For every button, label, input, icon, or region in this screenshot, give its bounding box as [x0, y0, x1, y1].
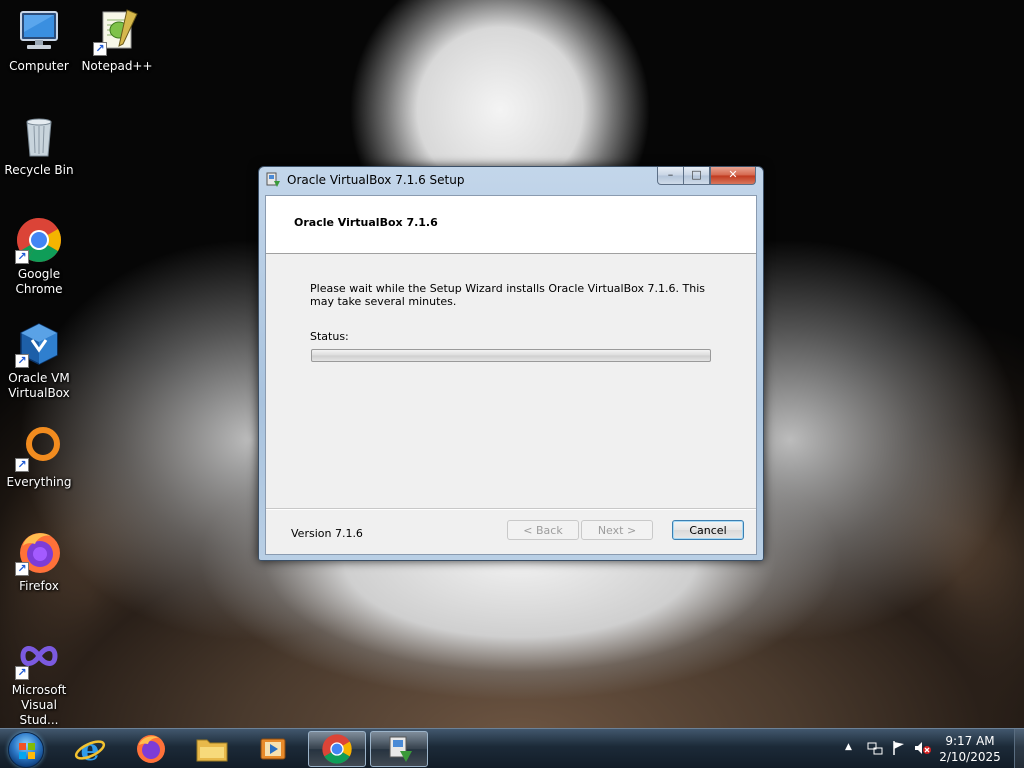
desktop-icon-virtualbox[interactable]: ↗ Oracle VM VirtualBox: [1, 320, 77, 401]
visual-studio-icon: ↗: [15, 632, 63, 680]
chrome-icon: [322, 734, 352, 764]
desktop-icon-label: Oracle VM VirtualBox: [8, 371, 70, 400]
dialog-title: Oracle VirtualBox 7.1.6 Setup: [287, 173, 465, 187]
clock-time: 9:17 AM: [945, 734, 995, 748]
shortcut-arrow-icon: ↗: [15, 354, 29, 368]
desktop-icon-notepadpp[interactable]: ↗ Notepad++: [79, 8, 155, 74]
desktop-icon-everything[interactable]: ↗ Everything: [1, 424, 77, 490]
taskbar: e ▲ 9:17 AM 2/10/2025: [0, 728, 1024, 768]
desktop-icon-visual-studio[interactable]: ↗ Microsoft Visual Stud...: [1, 632, 77, 728]
installer-icon: [265, 172, 281, 188]
notepadpp-icon: ↗: [93, 8, 141, 56]
svg-text:e: e: [80, 733, 99, 765]
installer-icon: [389, 736, 412, 762]
desktop-icon-label: Microsoft Visual Stud...: [11, 683, 67, 727]
dialog-client-area: Oracle VirtualBox 7.1.6 Please wait whil…: [265, 195, 757, 555]
chrome-icon: ↗: [15, 216, 63, 264]
network-icon[interactable]: [867, 740, 883, 759]
everything-search-icon: ↗: [15, 424, 63, 472]
desktop-icon-google-chrome[interactable]: ↗ Google Chrome: [1, 216, 77, 297]
show-hidden-icons-button[interactable]: ▲: [845, 742, 852, 752]
firefox-icon: [137, 735, 165, 763]
shortcut-arrow-icon: ↗: [15, 666, 29, 680]
desktop-icon-label: Everything: [6, 475, 72, 489]
taskbar-virtualbox-setup[interactable]: [370, 731, 428, 767]
status-label: Status:: [310, 330, 349, 343]
close-button[interactable]: ✕: [710, 167, 756, 185]
shortcut-arrow-icon: ↗: [15, 250, 29, 264]
desktop-icon-label: Computer: [9, 59, 69, 73]
minimize-button[interactable]: –: [657, 167, 684, 185]
cancel-button[interactable]: Cancel: [672, 520, 744, 540]
shortcut-arrow-icon: ↗: [93, 42, 107, 56]
taskbar-clock[interactable]: 9:17 AM 2/10/2025: [932, 733, 1008, 765]
taskbar-media-player[interactable]: [244, 731, 302, 767]
dialog-titlebar[interactable]: Oracle VirtualBox 7.1.6 Setup – □ ✕: [259, 167, 763, 195]
desktop-icon-recycle-bin[interactable]: Recycle Bin: [1, 112, 77, 178]
setup-dialog: Oracle VirtualBox 7.1.6 Setup – □ ✕ Orac…: [258, 166, 764, 561]
volume-muted-icon[interactable]: [914, 740, 932, 759]
media-player-icon: [260, 738, 286, 760]
install-progress-bar: [311, 349, 711, 362]
maximize-button[interactable]: □: [683, 167, 710, 185]
internet-explorer-icon: e: [74, 733, 106, 765]
start-button[interactable]: [8, 732, 44, 768]
computer-icon: [15, 8, 63, 56]
version-label: Version 7.1.6: [291, 527, 363, 540]
desktop-icon-label: Google Chrome: [15, 267, 63, 296]
install-description: Please wait while the Setup Wizard insta…: [310, 282, 706, 308]
taskbar-chrome[interactable]: [308, 731, 366, 767]
banner-title: Oracle VirtualBox 7.1.6: [294, 216, 438, 229]
folder-icon: [196, 739, 228, 762]
taskbar-internet-explorer[interactable]: e: [61, 731, 119, 767]
windows-logo-icon: [19, 743, 35, 759]
shortcut-arrow-icon: ↗: [15, 562, 29, 576]
action-center-flag-icon[interactable]: [891, 740, 907, 759]
desktop-icon-computer[interactable]: Computer: [1, 8, 77, 74]
desktop-icon-label: Recycle Bin: [4, 163, 74, 177]
taskbar-firefox[interactable]: [122, 731, 180, 767]
virtualbox-icon: ↗: [15, 320, 63, 368]
desktop-icon-label: Firefox: [19, 579, 59, 593]
taskbar-file-explorer[interactable]: [183, 731, 241, 767]
shortcut-arrow-icon: ↗: [15, 458, 29, 472]
next-button[interactable]: Next >: [581, 520, 653, 540]
back-button[interactable]: < Back: [507, 520, 579, 540]
desktop-icon-label: Notepad++: [81, 59, 153, 73]
dialog-banner: Oracle VirtualBox 7.1.6: [266, 196, 756, 254]
clock-date: 2/10/2025: [939, 750, 1001, 764]
footer-divider-highlight: [266, 509, 756, 510]
show-desktop-button[interactable]: [1014, 729, 1024, 768]
desktop-icon-firefox[interactable]: ↗ Firefox: [1, 528, 77, 594]
firefox-icon: ↗: [15, 528, 63, 576]
recycle-bin-icon: [15, 112, 63, 160]
